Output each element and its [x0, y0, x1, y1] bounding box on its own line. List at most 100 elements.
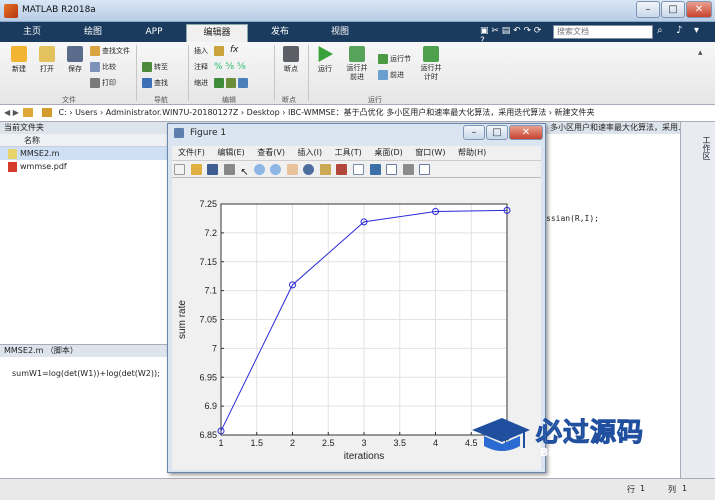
figure-minimize-button[interactable]: – — [463, 125, 485, 140]
goto-button[interactable]: 转至 — [142, 62, 168, 72]
code-line: ssian(R,I); — [546, 214, 599, 223]
back-icon[interactable]: ◀ ▶ — [4, 108, 19, 117]
maximize-button[interactable]: □ — [661, 1, 685, 18]
y-tick-label: 7.15 — [199, 257, 217, 267]
row-value: 1 — [640, 484, 646, 493]
pointer-icon[interactable]: ↖ — [240, 167, 248, 178]
figure-toolbar: ↖ — [172, 160, 541, 178]
code-preview: sumW1=log(det(W1))+log(det(W2)); — [12, 369, 160, 378]
y-tick-label: 7.2 — [204, 228, 217, 238]
find-files-button[interactable]: 查找文件 — [90, 46, 130, 56]
insert-section-icon[interactable] — [214, 46, 226, 56]
breakpoints-button[interactable]: 断点 — [278, 46, 304, 74]
file-row[interactable]: wmmse.pdf — [0, 160, 169, 173]
title-bar: MATLAB R2018a – □ ✕ — [0, 0, 715, 22]
tab-view[interactable]: 视图 — [312, 24, 368, 42]
current-folder-panel: 当前文件夹 名称 MMSE2.m wmmse.pdf — [0, 122, 170, 344]
browse-folder-icon[interactable] — [41, 108, 52, 117]
save-button[interactable]: 保存 — [62, 46, 88, 74]
run-advance-button[interactable]: 运行并 前进 — [342, 46, 372, 82]
comment-button[interactable]: 注释 — [194, 62, 208, 72]
fx-button[interactable]: fx — [230, 45, 239, 55]
find-icon — [142, 78, 152, 88]
name-column-header[interactable]: 名称 — [24, 136, 40, 145]
file-name: wmmse.pdf — [20, 162, 67, 171]
address-path[interactable]: C: › Users › Administrator.WIN7U-2018012… — [59, 108, 595, 117]
figure-maximize-button[interactable]: □ — [486, 125, 508, 140]
print-icon[interactable] — [223, 164, 235, 175]
y-tick-label: 7.1 — [204, 286, 217, 296]
minimize-button[interactable]: – — [636, 1, 660, 18]
address-bar[interactable]: ◀ ▶ C: › Users › Administrator.WIN7U-201… — [0, 105, 715, 122]
x-tick-label: 1.5 — [250, 438, 263, 448]
print-icon — [90, 78, 100, 88]
zoom-in-icon[interactable] — [253, 164, 265, 175]
advance-button[interactable]: 前进 — [378, 70, 404, 80]
legend-icon[interactable] — [386, 164, 398, 175]
insert-button[interactable]: 插入 — [194, 46, 208, 56]
workspace-label[interactable]: 工作区 — [701, 136, 712, 160]
panel-title: 当前文件夹 — [0, 122, 169, 134]
file-row[interactable]: MMSE2.m — [0, 147, 169, 160]
tab-apps[interactable]: APP — [126, 24, 182, 42]
menu-view[interactable]: 查看(V) — [257, 148, 285, 157]
y-tick-label: 7.05 — [199, 315, 217, 325]
x-tick-label: 2.5 — [322, 438, 335, 448]
group-edit-label: 编辑 — [222, 96, 236, 104]
indent-icons[interactable] — [214, 78, 250, 88]
toolstrip-tabs: 主页 绘图 APP 编辑器 发布 视图 ▣ ✂ ▤ ↶ ↷ ⟳ ? 搜索文档 ⌕… — [0, 22, 715, 46]
indent-button[interactable]: 缩进 — [194, 78, 208, 88]
show-plot-tools-icon[interactable] — [419, 164, 431, 175]
new-figure-icon[interactable] — [174, 164, 185, 175]
run-button[interactable]: 运行 — [312, 46, 338, 74]
dropdown-icon[interactable]: ▾ — [694, 25, 706, 37]
folder-up-icon[interactable] — [23, 108, 34, 117]
figure-title: Figure 1 — [190, 128, 227, 138]
watermark-text: 必过源码 — [535, 418, 645, 449]
run-section-button[interactable]: 运行节 — [378, 54, 411, 64]
column-header[interactable]: 名称 — [0, 134, 169, 147]
print-button[interactable]: 打印 — [90, 78, 116, 88]
menu-insert[interactable]: 插入(I) — [298, 148, 323, 157]
bell-icon[interactable]: ♪ — [676, 25, 688, 37]
menu-file[interactable]: 文件(F) — [178, 148, 205, 157]
menu-desktop[interactable]: 桌面(D) — [374, 148, 402, 157]
search-input[interactable]: 搜索文档 — [553, 25, 653, 39]
percent-comment-icon[interactable]: % ⅝ ⅝ — [214, 62, 246, 72]
data-cursor-icon[interactable] — [319, 164, 331, 175]
run-time-button[interactable]: 运行并 计时 — [416, 46, 446, 82]
group-file-label: 文件 — [62, 96, 76, 104]
new-button[interactable]: 新建 — [6, 46, 32, 74]
save-icon[interactable] — [207, 164, 219, 175]
brush-icon[interactable] — [336, 164, 348, 175]
window-title: MATLAB R2018a — [22, 5, 96, 15]
quick-access-toolbar[interactable]: ▣ ✂ ▤ ↶ ↷ ⟳ ? — [480, 26, 548, 46]
menu-help[interactable]: 帮助(H) — [458, 148, 486, 157]
tab-publish[interactable]: 发布 — [252, 24, 308, 42]
search-icon[interactable]: ⌕ — [657, 25, 669, 37]
divider — [136, 45, 137, 101]
tab-home[interactable]: 主页 — [4, 24, 60, 42]
open-icon[interactable] — [190, 164, 202, 175]
zoom-out-icon[interactable] — [270, 164, 282, 175]
menu-edit[interactable]: 编辑(E) — [217, 148, 244, 157]
figure-close-button[interactable]: ✕ — [509, 125, 543, 140]
y-tick-label: 6.9 — [204, 401, 217, 411]
link-plot-icon[interactable] — [353, 164, 365, 175]
rotate-icon[interactable] — [303, 164, 315, 175]
pan-icon[interactable] — [286, 164, 298, 175]
colorbar-icon[interactable] — [369, 164, 381, 175]
find-button[interactable]: 查找 — [142, 78, 168, 88]
menu-window[interactable]: 窗口(W) — [415, 148, 445, 157]
close-button[interactable]: ✕ — [686, 1, 712, 18]
hide-plot-tools-icon[interactable] — [402, 164, 414, 175]
compare-button[interactable]: 比较 — [90, 62, 116, 72]
x-tick-label: 2 — [290, 438, 295, 448]
x-tick-label: 4 — [433, 438, 438, 448]
tab-editor[interactable]: 编辑器 — [186, 24, 248, 42]
menu-tools[interactable]: 工具(T) — [335, 148, 362, 157]
open-button[interactable]: 打开 — [34, 46, 60, 74]
ribbon-collapse-icon[interactable]: ▴ — [698, 48, 703, 58]
tab-plots[interactable]: 绘图 — [64, 24, 122, 42]
details-panel: MMSE2.m （脚本） sumW1=log(det(W1))+log(det(… — [0, 344, 170, 494]
